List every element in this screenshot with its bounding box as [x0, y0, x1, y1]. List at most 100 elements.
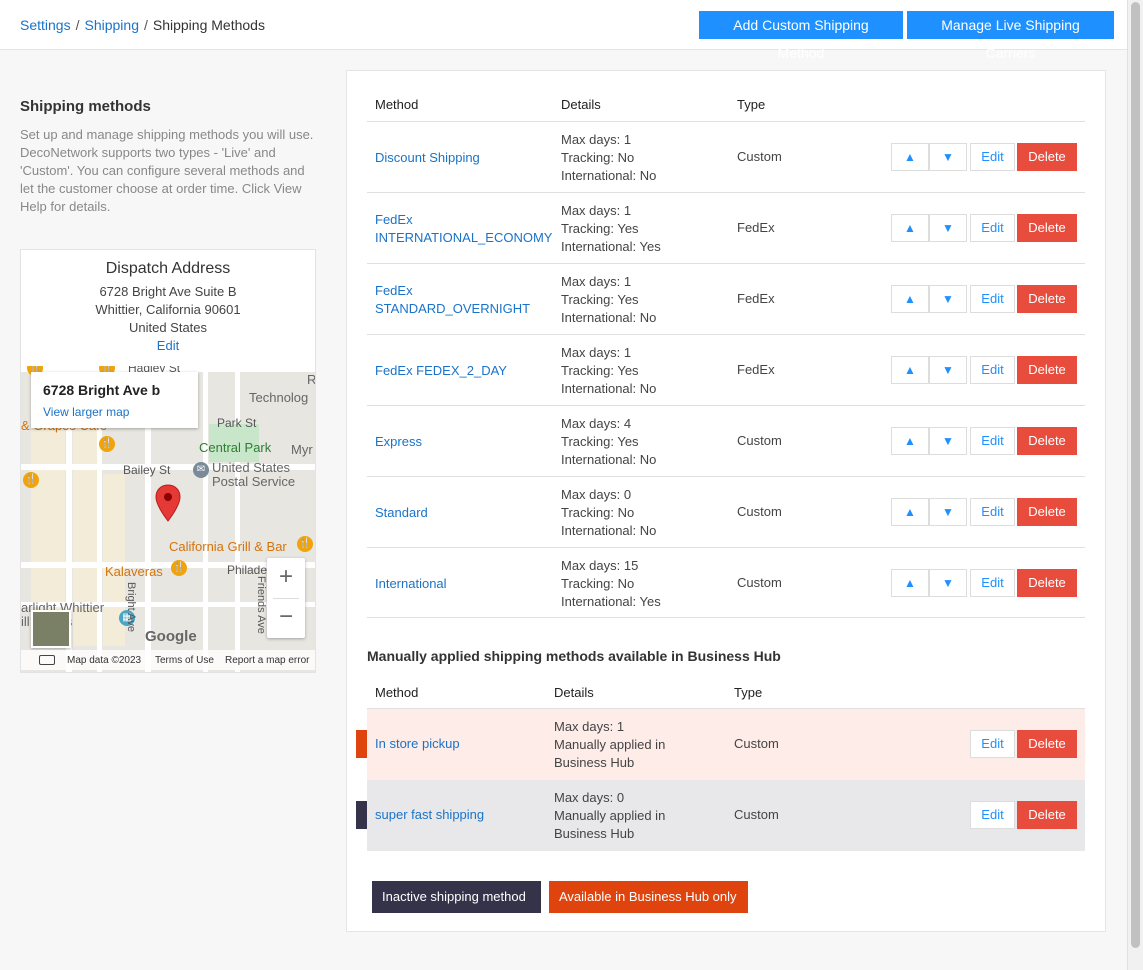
shipping-method-link[interactable]: FedEx INTERNATIONAL_ECONOMY — [375, 211, 552, 247]
restaurant-icon[interactable]: 🍴 — [99, 436, 115, 452]
map-info-window: 6728 Bright Ave b View larger map — [31, 372, 198, 428]
edit-button[interactable]: Edit — [970, 356, 1015, 384]
manage-live-shipping-carriers-button[interactable]: Manage Live Shipping Carriers — [907, 11, 1114, 61]
move-up-button[interactable]: ▲ — [891, 498, 929, 526]
delete-button[interactable]: Delete — [1017, 498, 1077, 526]
edit-button[interactable]: Edit — [970, 285, 1015, 313]
shipping-method-link[interactable]: Standard — [375, 504, 428, 522]
move-down-button[interactable]: ▼ — [929, 356, 967, 384]
map[interactable]: 🍴 🍴 🍴 🍴 ✉ 🍴 🍴 ▦ Hadley St Technolog R Pa… — [21, 366, 315, 672]
shipping-method-link[interactable]: In store pickup — [375, 736, 460, 751]
edit-button[interactable]: Edit — [970, 214, 1015, 242]
details-line: International: No — [561, 523, 657, 538]
map-label-myr: Myr — [291, 442, 313, 457]
move-down-button[interactable]: ▼ — [929, 214, 967, 242]
table-row: FedEx STANDARD_OVERNIGHT Max days: 1 Tracki… — [367, 263, 1085, 334]
shipping-method-link[interactable]: Express — [375, 433, 422, 451]
shipping-method-link[interactable]: FedEx FEDEX_2_DAY — [375, 362, 507, 380]
move-up-button[interactable]: ▲ — [891, 427, 929, 455]
edit-button[interactable]: Edit — [970, 730, 1015, 758]
shipping-method-link[interactable]: FedEx STANDARD_OVERNIGHT — [375, 282, 530, 318]
method-name-line: Standard — [375, 505, 428, 520]
details-line: International: Yes — [561, 239, 661, 254]
move-up-button[interactable]: ▲ — [891, 356, 929, 384]
dispatch-address-line1: 6728 Bright Ave Suite B — [99, 284, 237, 299]
details-line: International: Yes — [561, 594, 661, 609]
details-line: Max days: 1 — [561, 203, 632, 218]
breadcrumb-settings[interactable]: Settings — [20, 17, 71, 33]
shipping-method-link[interactable]: International — [375, 575, 447, 593]
move-down-button[interactable]: ▼ — [929, 498, 967, 526]
move-up-button[interactable]: ▲ — [891, 143, 929, 171]
breadcrumb-shipping[interactable]: Shipping — [84, 17, 139, 33]
report-map-error-link[interactable]: Report a map error — [225, 655, 309, 666]
header-type: Type — [737, 97, 766, 112]
map-label-bright-ave: Bright Ave — [125, 582, 137, 632]
details-line: Max days: 0 — [561, 487, 632, 502]
table-row: FedEx INTERNATIONAL_ECONOMY Max days: 1 Tra… — [367, 192, 1085, 263]
delete-button[interactable]: Delete — [1017, 730, 1077, 758]
keyboard-icon[interactable] — [39, 655, 55, 665]
move-up-button[interactable]: ▲ — [891, 214, 929, 242]
edit-button[interactable]: Edit — [970, 427, 1015, 455]
method-name-line: FedEx FEDEX_2_DAY — [375, 363, 507, 378]
delete-button[interactable]: Delete — [1017, 143, 1077, 171]
delete-button[interactable]: Delete — [1017, 356, 1077, 384]
edit-button[interactable]: Edit — [970, 143, 1015, 171]
post-office-icon[interactable]: ✉ — [193, 462, 209, 478]
dispatch-edit-wrapper: Edit — [21, 338, 315, 353]
restaurant-icon[interactable]: 🍴 — [23, 472, 39, 488]
details-line: Tracking: Yes — [561, 221, 639, 236]
delete-button[interactable]: Delete — [1017, 285, 1077, 313]
delete-button[interactable]: Delete — [1017, 427, 1077, 455]
view-larger-map-link[interactable]: View larger map — [43, 405, 129, 419]
zoom-out-button[interactable]: − — [267, 598, 305, 638]
delete-button[interactable]: Delete — [1017, 569, 1077, 597]
details-line: Manually applied in — [554, 808, 666, 823]
move-down-button[interactable]: ▼ — [929, 285, 967, 313]
delete-button[interactable]: Delete — [1017, 214, 1077, 242]
breadcrumb-separator: / — [75, 17, 80, 33]
method-name-line: INTERNATIONAL_ECONOMY — [375, 230, 553, 245]
breadcrumb-separator: / — [143, 17, 148, 33]
map-label-park-st: Park St — [217, 416, 257, 430]
move-down-button[interactable]: ▼ — [929, 569, 967, 597]
move-up-button[interactable]: ▲ — [891, 285, 929, 313]
edit-button[interactable]: Edit — [970, 801, 1015, 829]
top-bar: Settings / Shipping / Shipping Methods Add C… — [0, 0, 1127, 61]
map-label-california-grill: California Grill & Bar — [169, 539, 287, 554]
edit-button[interactable]: Edit — [970, 498, 1015, 526]
table-divider — [367, 617, 1085, 618]
dispatch-address-line3: United States — [128, 320, 208, 335]
move-down-button[interactable]: ▼ — [929, 427, 967, 455]
zoom-in-button[interactable]: + — [267, 558, 305, 598]
dispatch-address-edit-link[interactable]: Edit — [157, 338, 179, 353]
shipping-method-link[interactable]: super fast shipping — [375, 807, 484, 822]
add-custom-shipping-method-button[interactable]: Add Custom Shipping Method — [699, 11, 903, 61]
page-scrollbar[interactable] — [1127, 0, 1143, 970]
map-pin-icon[interactable] — [155, 484, 181, 522]
delete-button[interactable]: Delete — [1017, 801, 1077, 829]
manual-table-row: super fast shipping Max days: 0 Manually a… — [356, 780, 1085, 851]
map-label-philadelphia: Philade — [227, 563, 268, 577]
dispatch-address-card: Dispatch Address 6728 Bright Ave Suite B… — [20, 249, 316, 673]
details-line: International: No — [561, 168, 657, 183]
edit-button[interactable]: Edit — [970, 569, 1015, 597]
manual-methods-title: Manually applied shipping methods availa… — [367, 648, 781, 664]
method-type: FedEx — [737, 362, 775, 377]
restaurant-icon[interactable]: 🍴 — [171, 560, 187, 576]
details-line: Tracking: Yes — [561, 434, 639, 449]
shipping-method-link[interactable]: Discount Shipping — [375, 149, 480, 167]
details-line: Manually applied in — [554, 737, 666, 752]
method-name-line: Discount Shipping — [375, 150, 480, 165]
terms-of-use-link[interactable]: Terms of Use — [155, 655, 214, 666]
method-details: Max days: 4 Tracking: Yes International: N… — [561, 415, 656, 469]
move-down-button[interactable]: ▼ — [929, 143, 967, 171]
move-up-button[interactable]: ▲ — [891, 569, 929, 597]
map-road — [203, 366, 208, 672]
restaurant-icon[interactable]: 🍴 — [297, 536, 313, 552]
manual-header-method: Method — [375, 685, 419, 700]
satellite-toggle-button[interactable] — [31, 610, 71, 648]
sidebar-title: Shipping methods — [20, 98, 151, 115]
scrollbar-thumb[interactable] — [1131, 2, 1140, 948]
